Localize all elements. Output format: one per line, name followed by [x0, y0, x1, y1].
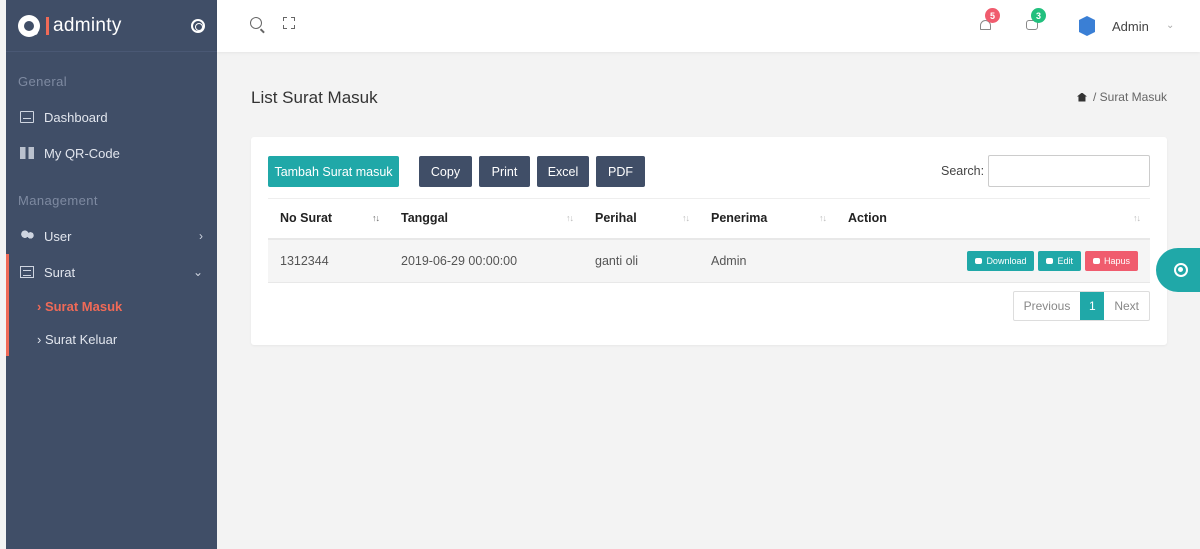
- chevron-down-icon[interactable]: ⌄: [1166, 20, 1174, 31]
- pdf-button[interactable]: PDF: [596, 156, 645, 187]
- sort-icon: ↑↓: [682, 213, 690, 223]
- sidebar-item-qr-code[interactable]: My QR-Code: [6, 135, 217, 171]
- cell-perihal: ganti oli: [583, 238, 699, 283]
- home-icon[interactable]: [1076, 92, 1087, 102]
- breadcrumb-current: / Surat Masuk: [1092, 90, 1167, 104]
- user-menu-name[interactable]: Admin: [1112, 19, 1149, 34]
- brand-divider: [46, 16, 49, 35]
- pagination: Previous 1 Next: [1012, 291, 1150, 321]
- sidebar: adminty General Dashboard My QR-Code Man…: [6, 0, 217, 549]
- sidebar-subitem-surat-masuk[interactable]: › Surat Masuk: [6, 290, 217, 323]
- sort-icon: ↑↓: [1133, 213, 1141, 223]
- search-label: Search:: [941, 164, 985, 178]
- avatar[interactable]: [1079, 16, 1095, 36]
- mail-icon: [20, 266, 34, 278]
- cell-penerima: Admin: [699, 238, 836, 283]
- sidebar-toggle-icon[interactable]: [191, 18, 205, 33]
- chevron-down-icon: ⌄: [192, 265, 203, 279]
- cell-tanggal: 2019-06-29 00:00:00: [389, 238, 583, 283]
- gear-icon: [1174, 263, 1188, 277]
- nav-section-management: Management: [18, 193, 98, 208]
- search-icon[interactable]: [250, 17, 262, 29]
- qr-code-icon: [20, 147, 34, 159]
- sort-icon: ↑↓: [819, 213, 827, 223]
- users-icon: [20, 230, 34, 242]
- brand-logo-icon: [18, 14, 40, 37]
- messages-badge: 3: [1031, 8, 1046, 23]
- column-action[interactable]: Action ↑↓: [836, 198, 1150, 240]
- settings-button[interactable]: [1156, 248, 1200, 292]
- chevron-right-icon: ›: [199, 229, 203, 243]
- page-title: List Surat Masuk: [251, 88, 378, 107]
- breadcrumb: / Surat Masuk: [1076, 90, 1167, 104]
- topbar: 5 3 Admin ⌄: [217, 0, 1200, 52]
- nav-section-general: General: [18, 74, 68, 89]
- fullscreen-icon[interactable]: [283, 17, 295, 29]
- pagination-next[interactable]: Next: [1104, 292, 1149, 320]
- pagination-page[interactable]: 1: [1080, 292, 1105, 320]
- search-input[interactable]: [988, 155, 1150, 187]
- print-button[interactable]: Print: [479, 156, 530, 187]
- table-header-row: No Surat ↑↓ Tanggal ↑↓ Perihal ↑↓ Peneri…: [268, 198, 1150, 240]
- sidebar-subitem-surat-keluar[interactable]: › Surat Keluar: [6, 323, 217, 356]
- cell-action: Download Edit Hapus: [836, 238, 1150, 283]
- column-tanggal[interactable]: Tanggal ↑↓: [389, 198, 583, 240]
- cell-no-surat: 1312344: [268, 238, 389, 283]
- sidebar-item-label: Surat: [44, 264, 76, 280]
- download-button[interactable]: Download: [967, 250, 1035, 271]
- surat-masuk-table: No Surat ↑↓ Tanggal ↑↓ Perihal ↑↓ Peneri…: [268, 198, 1150, 283]
- copy-button[interactable]: Copy: [419, 156, 472, 187]
- sidebar-item-dashboard[interactable]: Dashboard: [6, 99, 217, 135]
- notifications-button[interactable]: 5: [979, 8, 1000, 32]
- trash-icon: [1092, 257, 1100, 264]
- brand: adminty: [6, 0, 217, 52]
- edit-button[interactable]: Edit: [1038, 250, 1081, 271]
- surat-masuk-card: Tambah Surat masuk Copy Print Excel PDF …: [251, 137, 1167, 345]
- delete-button[interactable]: Hapus: [1084, 250, 1138, 271]
- sidebar-item-label: User: [44, 228, 72, 244]
- pencil-icon: [1046, 257, 1054, 264]
- sidebar-item-label: My QR-Code: [44, 145, 120, 161]
- sidebar-item-label: Dashboard: [44, 109, 108, 125]
- sort-icon: ↑↓: [566, 213, 574, 223]
- notifications-badge: 5: [985, 8, 1000, 23]
- cloud-download-icon: [975, 257, 983, 264]
- pagination-previous[interactable]: Previous: [1014, 292, 1081, 320]
- column-penerima[interactable]: Penerima ↑↓: [699, 198, 836, 240]
- add-surat-button[interactable]: Tambah Surat masuk: [268, 156, 399, 187]
- sidebar-item-surat[interactable]: Surat ⌄: [6, 254, 217, 290]
- brand-name: adminty: [53, 14, 122, 36]
- sidebar-item-user[interactable]: User ›: [6, 218, 217, 254]
- messages-button[interactable]: 3: [1025, 8, 1046, 32]
- column-no-surat[interactable]: No Surat ↑↓: [268, 198, 389, 240]
- dashboard-icon: [20, 111, 34, 123]
- excel-button[interactable]: Excel: [537, 156, 589, 187]
- table-row: 1312344 2019-06-29 00:00:00 ganti oli Ad…: [268, 238, 1150, 283]
- column-perihal[interactable]: Perihal ↑↓: [583, 198, 699, 240]
- sort-icon: ↑↓: [372, 213, 380, 223]
